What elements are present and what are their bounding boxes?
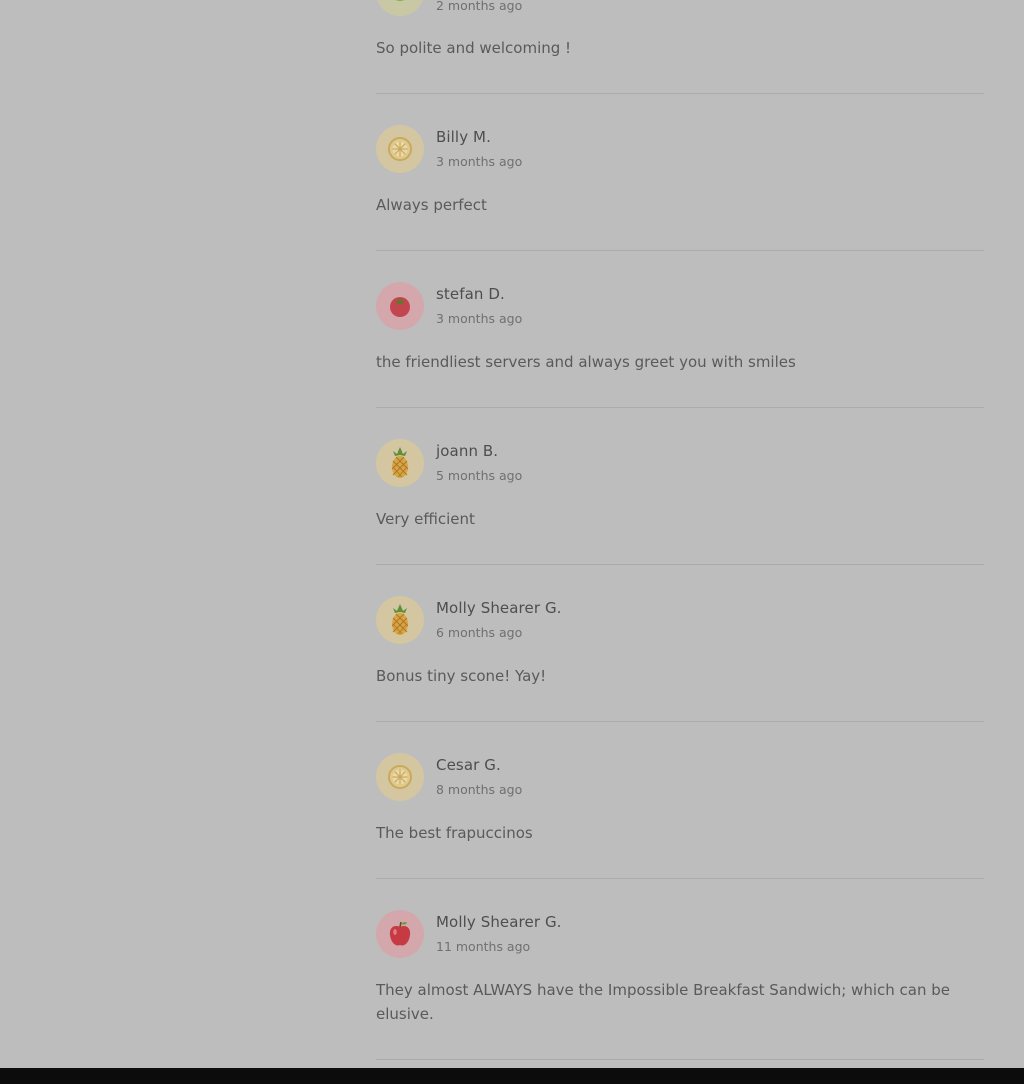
review-time: 11 months ago [436,939,531,954]
lemon-slice-icon [376,125,424,173]
pineapple-icon [376,439,424,487]
divider [376,721,984,722]
lime-icon [376,0,424,16]
reviewer-name[interactable]: Molly Shearer G. [436,599,562,617]
divider [376,1059,984,1060]
divider [376,93,984,94]
divider [376,564,984,565]
review-text: the friendliest servers and always greet… [376,353,796,371]
reviewer-name[interactable]: joann B. [436,442,498,460]
review-time: 8 months ago [436,782,523,797]
tomato-icon [376,282,424,330]
review-time: 2 months ago [436,0,523,13]
review-time: 3 months ago [436,311,523,326]
review-text: They almost ALWAYS have the Impossible B… [376,981,950,1023]
review-time: 3 months ago [436,154,523,169]
lemon-slice-icon [376,753,424,801]
review-text: Bonus tiny scone! Yay! [376,667,547,685]
divider [376,878,984,879]
review-text: The best frapuccinos [376,824,533,842]
divider [376,407,984,408]
reviewer-name[interactable]: Billy M. [436,128,491,146]
bottom-bar [0,1068,1024,1084]
reviewer-name[interactable]: stefan D. [436,285,505,303]
reviewer-name[interactable]: Cesar G. [436,756,501,774]
review-text: Very efficient [376,510,475,528]
apple-icon [376,910,424,958]
review-time: 5 months ago [436,468,523,483]
review-time: 6 months ago [436,625,523,640]
reviewer-name[interactable]: Molly Shearer G. [436,913,562,931]
divider [376,250,984,251]
review-text: Always perfect [376,196,487,214]
pineapple-icon [376,596,424,644]
review-text: So polite and welcoming ! [376,39,572,57]
